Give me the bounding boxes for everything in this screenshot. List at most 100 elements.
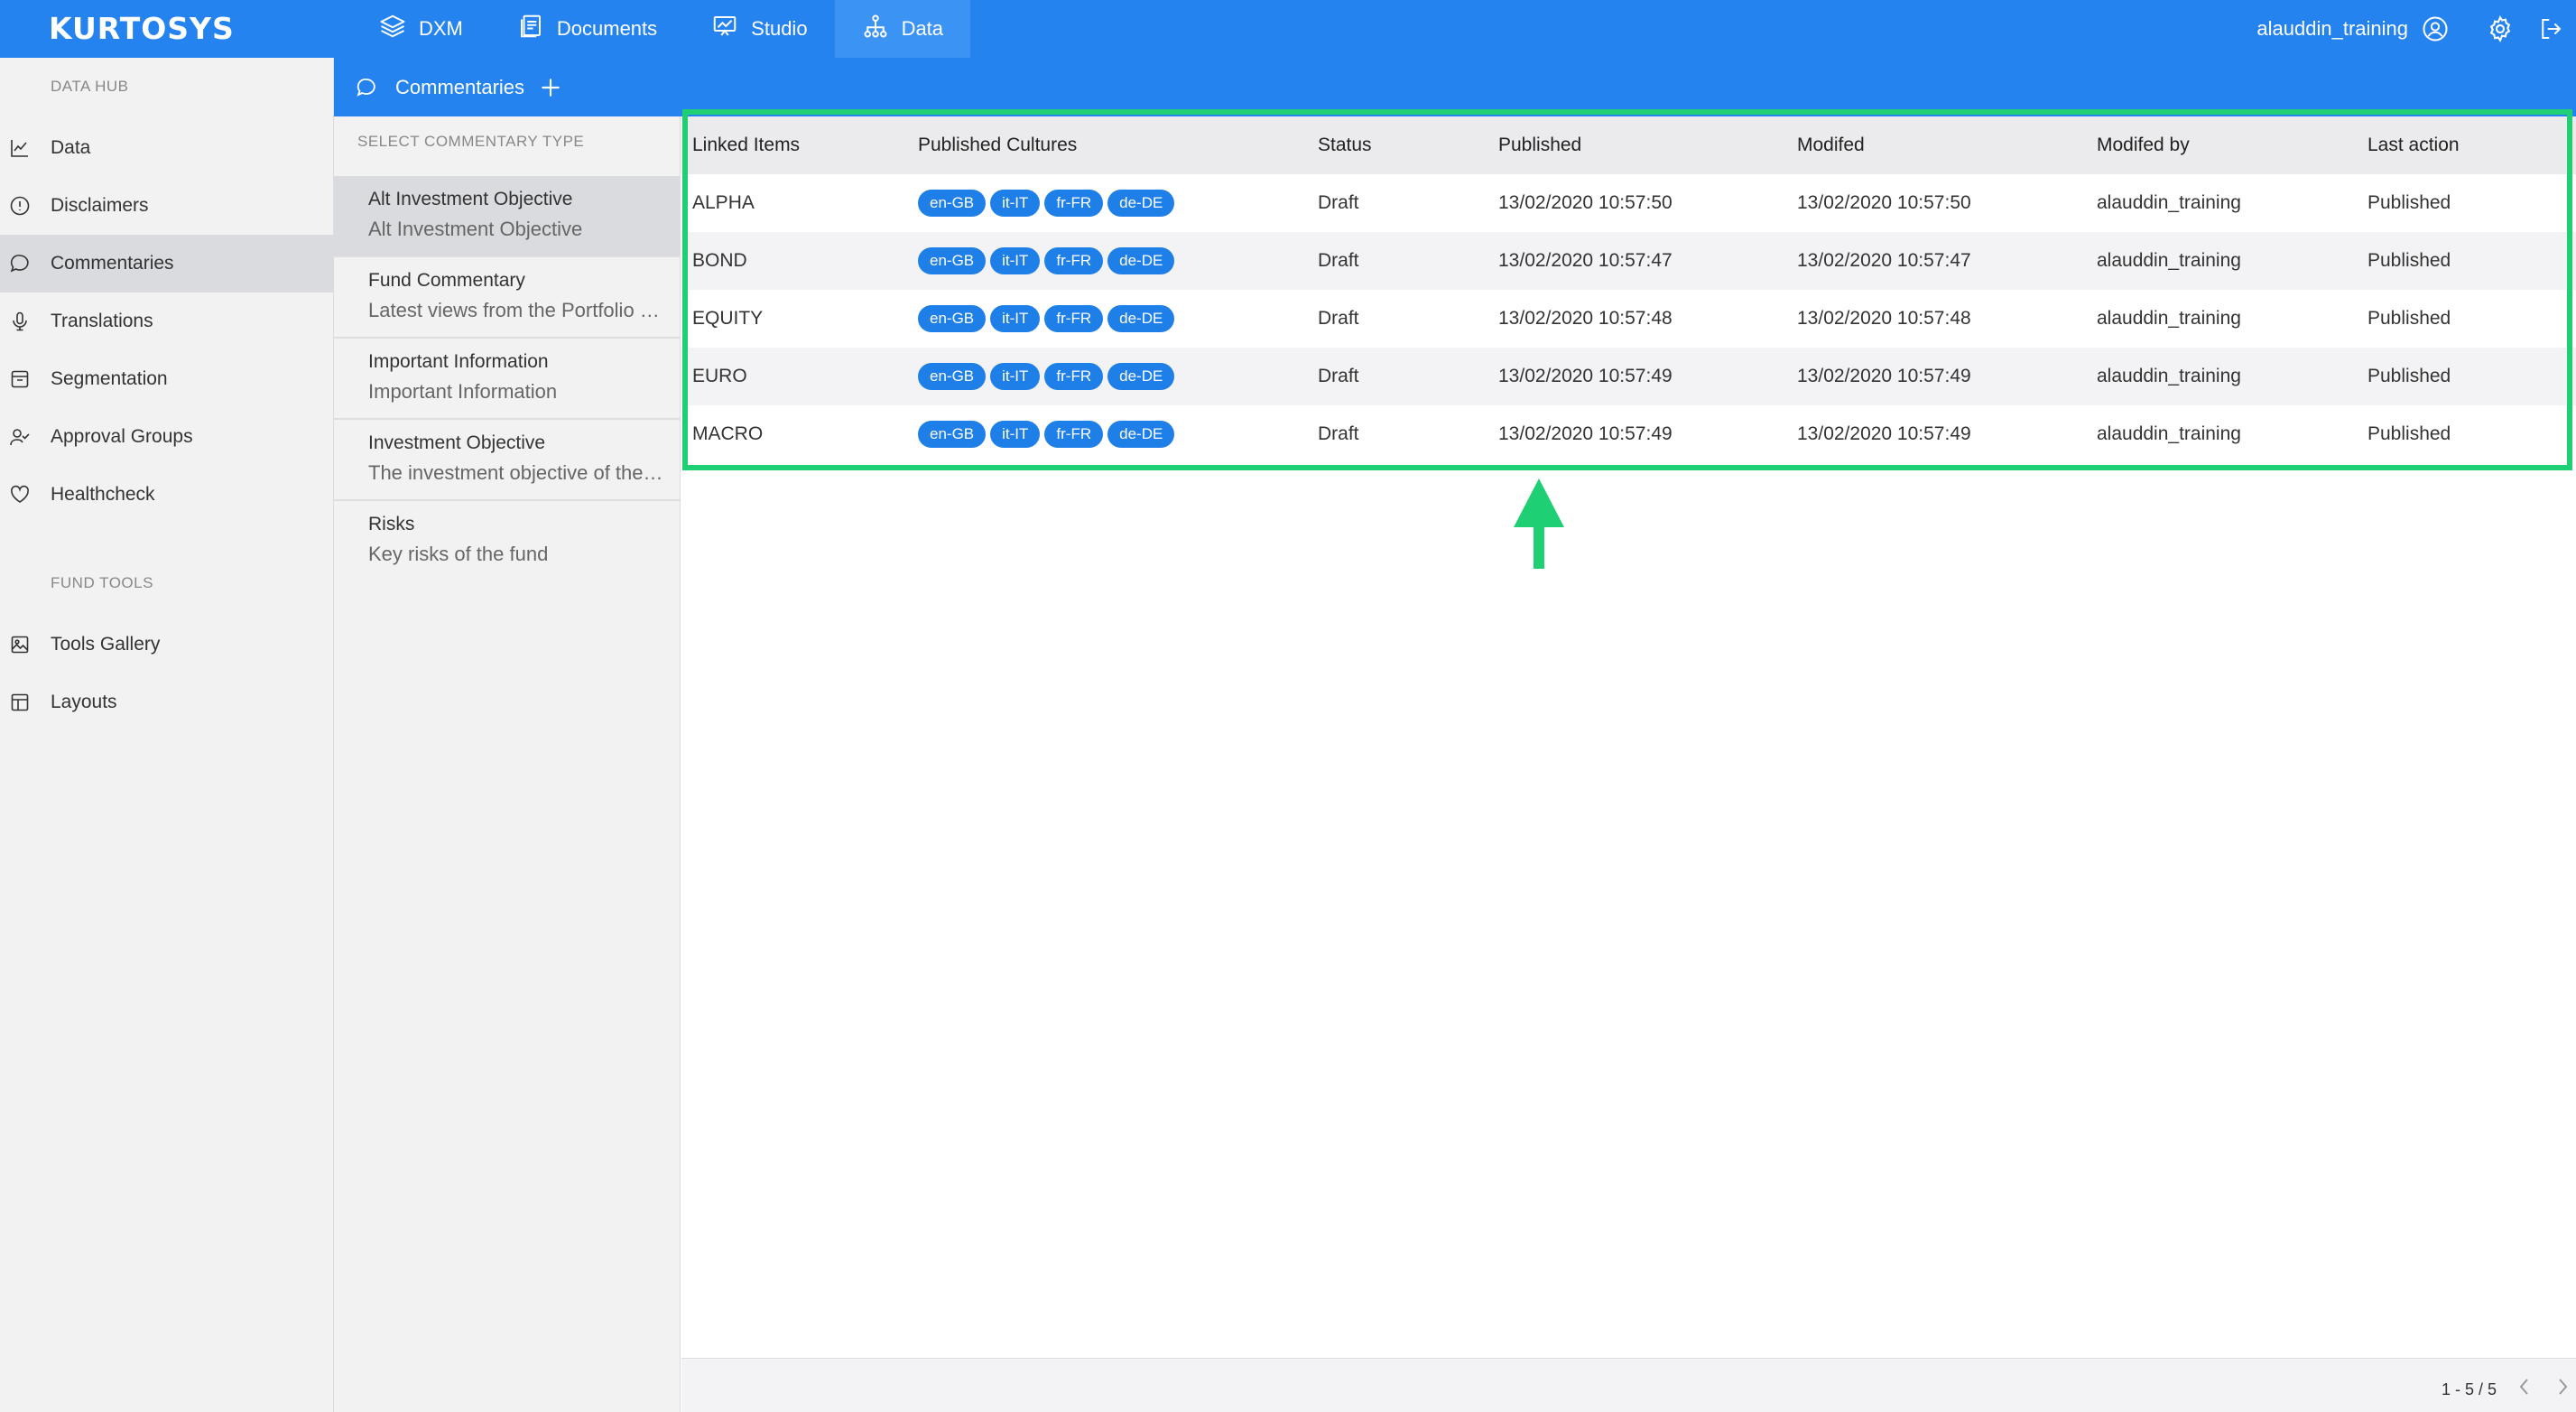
culture-chip[interactable]: it-IT xyxy=(990,190,1041,217)
sidebar-item-data[interactable]: Data xyxy=(0,119,333,177)
culture-chip[interactable]: fr-FR xyxy=(1044,421,1104,448)
culture-chip[interactable]: it-IT xyxy=(990,305,1041,332)
sidebar-item-approval-groups[interactable]: Approval Groups xyxy=(0,408,333,466)
culture-chip[interactable]: en-GB xyxy=(918,305,987,332)
table-row[interactable]: MACRO en-GB it-IT fr-FR de-DE Draft 13/02/2020… xyxy=(681,405,2576,463)
commentary-type-title: Important Information xyxy=(368,351,549,372)
add-commentary-button[interactable] xyxy=(539,76,562,99)
last-action-cell: Published xyxy=(2368,250,2451,271)
culture-chip[interactable]: it-IT xyxy=(990,421,1041,448)
modified-cell: 13/02/2020 10:57:47 xyxy=(1797,250,1971,271)
culture-chip[interactable]: fr-FR xyxy=(1044,190,1104,217)
documents-icon xyxy=(517,13,557,45)
nav-dxm-label: DXM xyxy=(419,17,463,40)
col-modified[interactable]: Modifed xyxy=(1797,116,2097,174)
cultures-cell: en-GB it-IT fr-FR de-DE xyxy=(918,174,1318,232)
sidebar-item-translations[interactable]: Translations xyxy=(0,293,333,350)
col-published-cultures[interactable]: Published Cultures xyxy=(918,116,1318,174)
published-cell: 13/02/2020 10:57:48 xyxy=(1498,308,1673,329)
culture-chip[interactable]: en-GB xyxy=(918,421,987,448)
col-published[interactable]: Published xyxy=(1498,116,1797,174)
culture-chip[interactable]: it-IT xyxy=(990,363,1041,390)
culture-chip[interactable]: en-GB xyxy=(918,247,987,274)
sidebar-item-tools-gallery[interactable]: Tools Gallery xyxy=(0,616,333,673)
commentary-type-item[interactable]: Risks Key risks of the fund xyxy=(334,501,680,582)
alert-circle-icon xyxy=(9,195,31,217)
modified-by-cell: alauddin_training xyxy=(2097,423,2241,444)
status-cell: Draft xyxy=(1318,250,1359,271)
nav-documents[interactable]: Documents xyxy=(490,0,684,58)
culture-chip[interactable]: en-GB xyxy=(918,363,987,390)
commentary-type-item[interactable]: Investment Objective The investment obje… xyxy=(334,420,680,501)
presentation-icon xyxy=(711,13,751,45)
inbox-icon xyxy=(9,368,31,390)
logout-icon[interactable] xyxy=(2525,0,2576,58)
nav-documents-label: Documents xyxy=(556,17,658,40)
user-check-icon xyxy=(9,426,31,448)
culture-chip[interactable]: de-DE xyxy=(1107,363,1175,390)
top-bar: KURTOSYS DXM Documents Studio Data alaud… xyxy=(0,0,2576,58)
col-last-action[interactable]: Last action xyxy=(2368,116,2576,174)
col-linked-items[interactable]: Linked Items xyxy=(681,116,918,174)
commentary-type-item[interactable]: Important Information Important Informat… xyxy=(334,339,680,420)
nav-data[interactable]: Data xyxy=(834,0,971,58)
last-action-cell: Published xyxy=(2368,308,2451,329)
top-nav: DXM Documents Studio Data xyxy=(352,0,971,58)
table-row[interactable]: EURO en-GB it-IT fr-FR de-DE Draft 13/02/2020 … xyxy=(681,348,2576,405)
nav-dxm[interactable]: DXM xyxy=(352,0,490,58)
modified-cell: 13/02/2020 10:57:48 xyxy=(1797,308,1971,329)
culture-chip[interactable]: fr-FR xyxy=(1044,305,1104,332)
linked-items-table-area: Linked Items Published Cultures Status P… xyxy=(681,116,2576,1358)
col-modified-by[interactable]: Modifed by xyxy=(2097,116,2368,174)
sidebar-item-disclaimers[interactable]: Disclaimers xyxy=(0,177,333,235)
commentary-type-title: Risks xyxy=(368,514,415,534)
culture-chip[interactable]: de-DE xyxy=(1107,305,1175,332)
culture-chip[interactable]: de-DE xyxy=(1107,421,1175,448)
username[interactable]: alauddin_training xyxy=(2256,17,2408,41)
commentary-type-item[interactable]: Alt Investment Objective Alt Investment … xyxy=(334,176,680,257)
settings-gear-icon[interactable] xyxy=(2475,0,2525,58)
status-cell: Draft xyxy=(1318,308,1359,329)
culture-chip[interactable]: fr-FR xyxy=(1044,247,1104,274)
culture-chip[interactable]: de-DE xyxy=(1107,247,1175,274)
nav-studio[interactable]: Studio xyxy=(684,0,834,58)
col-status[interactable]: Status xyxy=(1318,116,1498,174)
sidebar-item-label: Disclaimers xyxy=(51,195,149,216)
culture-chip[interactable]: en-GB xyxy=(918,190,987,217)
comment-icon xyxy=(356,77,377,98)
table-row[interactable]: ALPHA en-GB it-IT fr-FR de-DE Draft 13/02/2020… xyxy=(681,174,2576,232)
pagination-range: 1 - 5 / 5 xyxy=(2441,1380,2497,1398)
modified-cell: 13/02/2020 10:57:49 xyxy=(1797,423,1971,444)
image-icon xyxy=(9,634,31,655)
chevron-left-icon[interactable] xyxy=(2516,1377,2533,1401)
sidebar-item-label: Translations xyxy=(51,311,153,331)
commentary-type-title: Fund Commentary xyxy=(368,270,525,291)
culture-chip[interactable]: it-IT xyxy=(990,247,1041,274)
culture-chip[interactable]: de-DE xyxy=(1107,190,1175,217)
sidebar-item-label: Tools Gallery xyxy=(51,634,161,655)
commentary-type-subtitle: The investment objective of the fund xyxy=(368,461,666,484)
kurtosys-logo[interactable]: KURTOSYS xyxy=(49,11,235,46)
nav-data-label: Data xyxy=(901,17,944,40)
sidebar-item-segmentation[interactable]: Segmentation xyxy=(0,350,333,408)
sidebar-item-layouts[interactable]: Layouts xyxy=(0,673,333,731)
cultures-cell: en-GB it-IT fr-FR de-DE xyxy=(918,290,1318,348)
modified-by-cell: alauddin_training xyxy=(2097,308,2241,329)
last-action-cell: Published xyxy=(2368,192,2451,213)
table-row[interactable]: BOND en-GB it-IT fr-FR de-DE Draft 13/02/2020 … xyxy=(681,232,2576,290)
culture-chip[interactable]: fr-FR xyxy=(1044,363,1104,390)
commentary-type-item[interactable]: Fund Commentary Latest views from the Po… xyxy=(334,257,680,339)
sidebar-item-commentaries[interactable]: Commentaries xyxy=(0,235,333,293)
sidebar-item-healthcheck[interactable]: Healthcheck xyxy=(0,466,333,524)
status-cell: Draft xyxy=(1318,366,1359,386)
commentaries-header: Commentaries xyxy=(334,58,2576,116)
status-cell: Draft xyxy=(1318,192,1359,213)
table-row[interactable]: EQUITY en-GB it-IT fr-FR de-DE Draft 13/02/202… xyxy=(681,290,2576,348)
sidebar-item-label: Layouts xyxy=(51,692,117,712)
modified-by-cell: alauddin_training xyxy=(2097,250,2241,271)
chevron-right-icon[interactable] xyxy=(2554,1377,2571,1401)
published-cell: 13/02/2020 10:57:47 xyxy=(1498,250,1673,271)
plus-icon xyxy=(542,78,560,97)
section-data-hub: DATA HUB xyxy=(51,78,129,95)
user-avatar-icon[interactable] xyxy=(2419,0,2451,58)
